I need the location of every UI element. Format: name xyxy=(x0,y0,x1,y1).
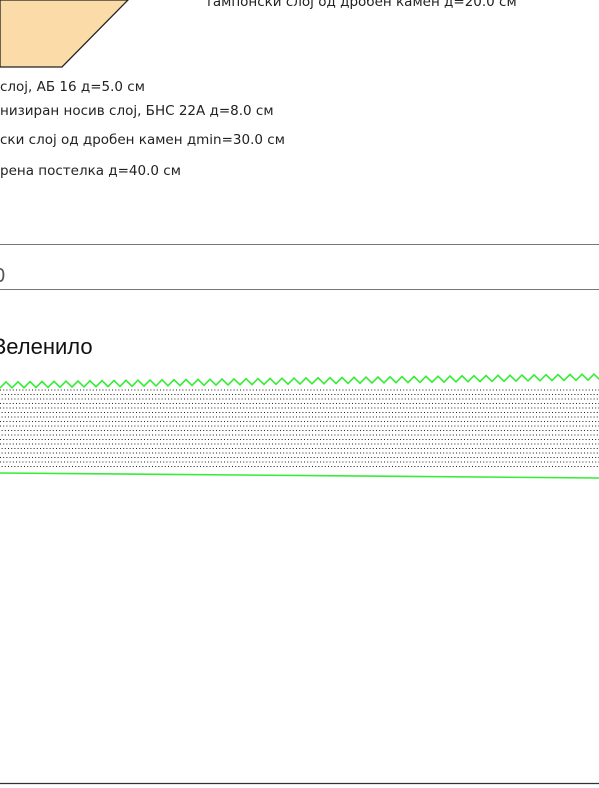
band-label-fragment: 0 xyxy=(0,265,5,287)
section-title: Зеленило xyxy=(0,334,93,359)
layer-label-2: низиран носив слој, БНС 22А д=8.0 см xyxy=(0,103,274,119)
hexagon-fill xyxy=(0,0,129,68)
top-note: тампонски слој од дробен камен д=20.0 см xyxy=(205,0,517,10)
grass-zigzag-line xyxy=(0,372,599,389)
ground-line xyxy=(0,472,599,479)
layer-label-4: рена постелка д=40.0 см xyxy=(0,163,181,179)
dotted-fill xyxy=(0,389,599,467)
cross-section-drawing: тампонски слој од дробен камен д=20.0 см… xyxy=(0,0,599,785)
layer-label-3: ски слој од дробен камен дmin=30.0 см xyxy=(0,132,285,148)
layer-label-1: слој, АБ 16 д=5.0 см xyxy=(0,79,145,95)
